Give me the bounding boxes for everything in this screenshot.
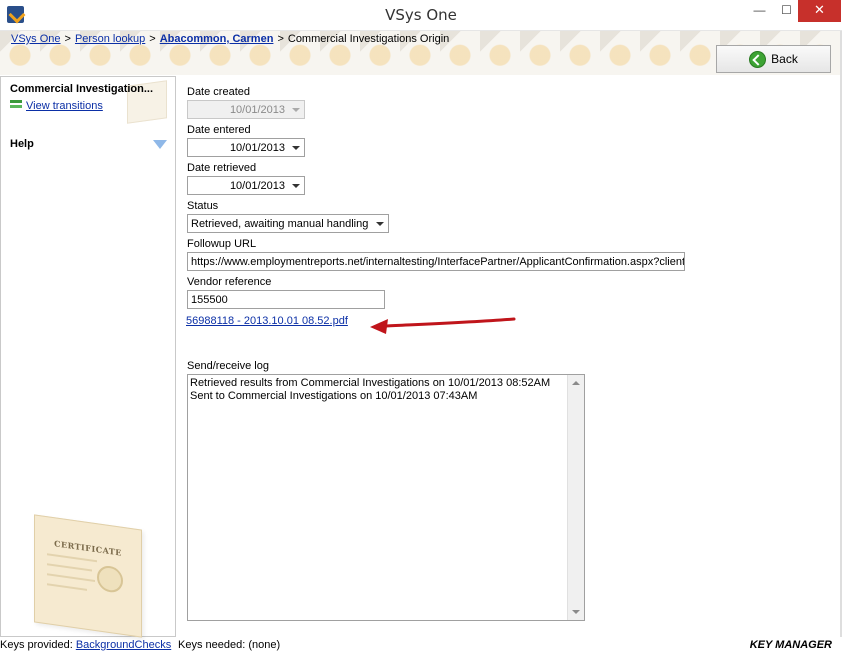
- breadcrumb-separator: >: [149, 33, 156, 45]
- sidebar-title: Commercial Investigation...: [10, 83, 154, 95]
- send-receive-log[interactable]: Retrieved results from Commercial Invest…: [187, 374, 585, 621]
- certificate-line: [47, 553, 97, 563]
- date-retrieved-label: Date retrieved: [187, 162, 257, 174]
- close-button[interactable]: ✕: [798, 0, 841, 22]
- date-entered-label: Date entered: [187, 124, 251, 136]
- view-transitions-link[interactable]: View transitions: [26, 100, 103, 112]
- chevron-down-icon: [292, 108, 300, 112]
- certificate-label: CERTIFICATE: [54, 538, 122, 558]
- chevron-down-icon[interactable]: [376, 222, 384, 226]
- window-title: VSys One: [385, 6, 457, 24]
- chevron-down-icon[interactable]: [292, 184, 300, 188]
- certificate-line: [47, 583, 87, 591]
- breadcrumb-current: Commercial Investigations Origin: [287, 33, 450, 45]
- date-entered-value: 10/01/2013: [229, 142, 285, 154]
- breadcrumb-separator: >: [64, 33, 71, 45]
- back-arrow-icon: [749, 50, 767, 68]
- date-retrieved-field[interactable]: 10/01/2013: [187, 176, 305, 195]
- keys-provided-label: Keys provided:: [0, 639, 73, 651]
- sidebar: Commercial Investigation... View transit…: [0, 76, 176, 638]
- certificate-line: [47, 573, 95, 582]
- certificate-image: CERTIFICATE: [34, 514, 142, 638]
- date-entered-field[interactable]: 10/01/2013: [187, 138, 305, 157]
- minimize-button[interactable]: —: [746, 0, 773, 22]
- title-bar: VSys One — ☐ ✕: [0, 0, 842, 31]
- scroll-up-icon[interactable]: [568, 375, 584, 391]
- keys-provided-link[interactable]: BackgroundChecks: [76, 639, 171, 651]
- keys-needed: Keys needed: (none): [178, 639, 281, 651]
- breadcrumb: VSys One > Person lookup > Abacommon, Carmen…: [11, 33, 449, 45]
- status-label: Status: [187, 200, 219, 212]
- back-button-label: Back: [771, 52, 798, 66]
- scroll-down-icon[interactable]: [568, 604, 584, 620]
- breadcrumb-person-lookup[interactable]: Person lookup: [75, 33, 145, 45]
- date-retrieved-value: 10/01/2013: [229, 180, 285, 192]
- vendor-reference-label: Vendor reference: [187, 276, 272, 288]
- breadcrumb-person[interactable]: Abacommon, Carmen: [160, 33, 274, 45]
- status-value: Retrieved, awaiting manual handling: [191, 218, 369, 230]
- vendor-reference-field[interactable]: 155500: [187, 290, 385, 309]
- log-scrollbar[interactable]: [567, 375, 584, 620]
- chevron-down-icon[interactable]: [292, 146, 300, 150]
- help-section-label[interactable]: Help: [10, 138, 34, 150]
- date-created-field: 10/01/2013: [187, 100, 305, 119]
- breadcrumb-separator: >: [277, 33, 284, 45]
- transitions-icon: [10, 99, 23, 110]
- date-created-value: 10/01/2013: [229, 104, 285, 116]
- followup-url-field[interactable]: https://www.employmentreports.net/intern…: [187, 252, 685, 271]
- chevron-down-icon[interactable]: [153, 140, 167, 149]
- date-created-label: Date created: [187, 86, 250, 98]
- followup-url-label: Followup URL: [187, 238, 257, 250]
- breadcrumb-vsys-one[interactable]: VSys One: [11, 33, 61, 45]
- keys-provided: Keys provided: BackgroundChecks: [0, 639, 171, 651]
- status-select[interactable]: Retrieved, awaiting manual handling: [187, 214, 389, 233]
- log-line: Sent to Commercial Investigations on 10/…: [190, 390, 478, 402]
- view-transitions[interactable]: View transitions: [10, 99, 103, 112]
- log-line: Retrieved results from Commercial Invest…: [190, 377, 551, 389]
- red-arrow-annotation: [370, 317, 516, 334]
- log-label: Send/receive log: [187, 360, 269, 372]
- key-manager-label: KEY MANAGER: [749, 639, 832, 651]
- pdf-attachment-link[interactable]: 56988118 - 2013.10.01 08.52.pdf: [186, 315, 348, 327]
- maximize-button[interactable]: ☐: [773, 0, 800, 22]
- status-bar: Keys provided: BackgroundChecks Keys nee…: [0, 637, 842, 655]
- certificate-seal-icon: [97, 564, 123, 594]
- certificate-line: [47, 563, 92, 572]
- back-button[interactable]: Back: [716, 45, 831, 73]
